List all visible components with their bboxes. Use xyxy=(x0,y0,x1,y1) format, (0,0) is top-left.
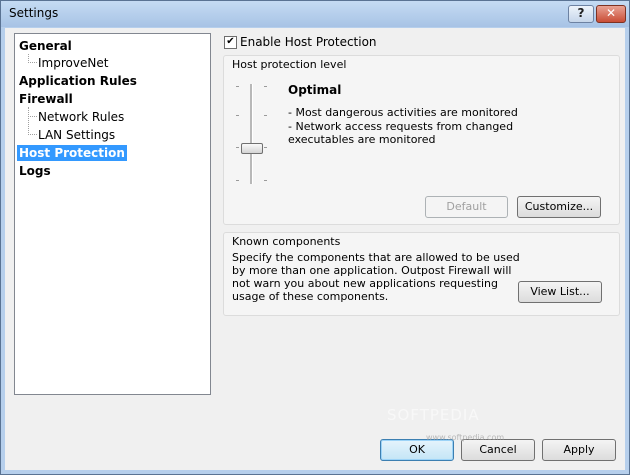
slider-tick xyxy=(236,115,239,116)
slider-tick xyxy=(236,86,239,87)
softpedia-watermark: SOFTPEDIA xyxy=(387,406,480,424)
customize-button[interactable]: Customize... xyxy=(517,196,601,218)
host-protection-level-title: Host protection level xyxy=(232,58,347,71)
tree-item-firewall[interactable]: Firewall xyxy=(19,91,73,107)
title-bar[interactable]: Settings ? ✕ xyxy=(1,1,629,27)
tree-item-improvenet[interactable]: ImproveNet xyxy=(38,55,108,71)
slider-tick xyxy=(236,180,239,181)
tree-item-host-protection[interactable]: Host Protection xyxy=(17,145,127,161)
known-components-group: Known components Specify the components … xyxy=(223,232,620,316)
protection-level-desc-2: - Network access requests from changed e… xyxy=(288,120,514,146)
tree-item-general[interactable]: General xyxy=(19,38,72,54)
tree-item-application-rules[interactable]: Application Rules xyxy=(19,73,137,89)
enable-host-protection-label[interactable]: Enable Host Protection xyxy=(240,35,377,49)
apply-button[interactable]: Apply xyxy=(542,439,616,461)
tree-item-lan-settings[interactable]: LAN Settings xyxy=(38,127,115,143)
slider-tick xyxy=(264,86,267,87)
slider-tick xyxy=(264,115,267,116)
slider-tick xyxy=(264,147,267,148)
slider-tick xyxy=(236,147,239,148)
tree-item-logs[interactable]: Logs xyxy=(19,163,51,179)
tree-item-network-rules[interactable]: Network Rules xyxy=(38,109,124,125)
enable-host-protection-checkbox[interactable]: ✔ xyxy=(224,35,237,49)
slider-tick xyxy=(264,180,267,181)
checkmark-icon: ✔ xyxy=(226,36,235,47)
known-components-description: Specify the components that are allowed … xyxy=(232,251,520,303)
protection-level-name: Optimal xyxy=(288,83,342,97)
window-title: Settings xyxy=(9,6,59,20)
enable-host-protection-row[interactable]: ✔ Enable Host Protection xyxy=(224,34,377,50)
protection-level-desc-1: - Most dangerous activities are monitore… xyxy=(288,106,518,119)
close-button[interactable]: ✕ xyxy=(596,5,626,23)
protection-level-slider-thumb[interactable] xyxy=(241,143,263,154)
host-protection-level-group: Host protection level Optimal - Most dan… xyxy=(223,55,620,225)
settings-window: Settings ? ✕ General ImproveNet Applicat… xyxy=(0,0,630,475)
protection-level-slider-track[interactable] xyxy=(250,84,253,184)
view-list-button[interactable]: View List... xyxy=(518,281,602,303)
dialog-client-area: General ImproveNet Application Rules Fir… xyxy=(5,28,625,470)
help-button[interactable]: ? xyxy=(568,5,594,23)
settings-tree[interactable]: General ImproveNet Application Rules Fir… xyxy=(14,33,211,395)
tree-connector xyxy=(28,54,37,63)
default-button[interactable]: Default xyxy=(425,196,508,218)
ok-button[interactable]: OK xyxy=(380,439,454,461)
known-components-title: Known components xyxy=(232,235,341,248)
softpedia-watermark-url: www.softpedia.com xyxy=(426,433,505,442)
tree-connector xyxy=(28,116,37,135)
cancel-button[interactable]: Cancel xyxy=(461,439,535,461)
